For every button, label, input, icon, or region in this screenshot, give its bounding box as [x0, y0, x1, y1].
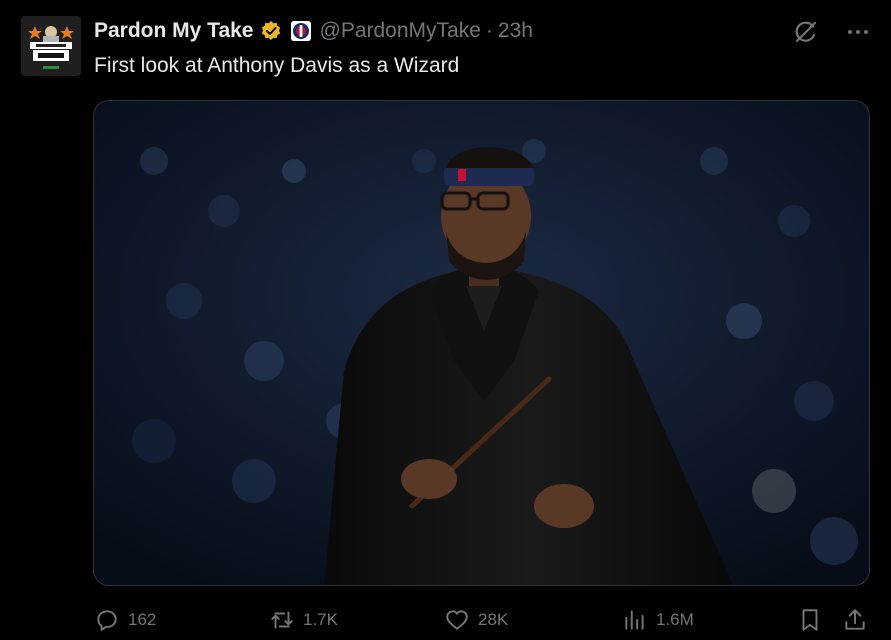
more-icon[interactable]: [843, 17, 873, 47]
like-count: 28K: [478, 610, 509, 629]
affiliate-badge-icon[interactable]: [290, 21, 311, 41]
user-handle[interactable]: @PardonMyTake: [320, 19, 481, 43]
like-button[interactable]: 28K: [444, 603, 508, 637]
grok-icon[interactable]: [791, 17, 821, 47]
tweet-action-bar: 162 1.7K 28K 1.6M: [94, 603, 874, 637]
avatar[interactable]: [21, 16, 81, 76]
repost-icon: [271, 611, 293, 629]
share-button[interactable]: [842, 603, 868, 637]
repost-button[interactable]: 1.7K: [269, 603, 338, 637]
views-icon: [625, 610, 644, 630]
tweet-top-actions: [791, 17, 873, 47]
tweet-media-image[interactable]: [93, 100, 870, 586]
tweet: Pardon My Take @PardonMyTake · 23h First…: [0, 0, 891, 640]
bookmark-icon: [802, 609, 818, 631]
tweet-timestamp[interactable]: 23h: [498, 19, 533, 43]
like-icon: [446, 610, 468, 630]
separator-dot: ·: [485, 19, 493, 42]
display-name[interactable]: Pardon My Take: [94, 19, 254, 43]
tweet-text: First look at Anthony Davis as a Wizard: [94, 54, 460, 77]
tweet-header: Pardon My Take @PardonMyTake · 23h: [94, 16, 533, 46]
views-count: 1.6M: [656, 610, 694, 629]
repost-count: 1.7K: [303, 610, 338, 629]
reply-icon: [97, 610, 117, 631]
views-button[interactable]: 1.6M: [622, 603, 694, 637]
reply-count: 162: [128, 610, 157, 629]
reply-button[interactable]: 162: [94, 603, 156, 637]
avatar-logo-image: [21, 16, 81, 76]
verified-badge-icon[interactable]: [260, 20, 282, 42]
bookmark-button[interactable]: [797, 603, 823, 637]
share-icon: [845, 609, 865, 630]
